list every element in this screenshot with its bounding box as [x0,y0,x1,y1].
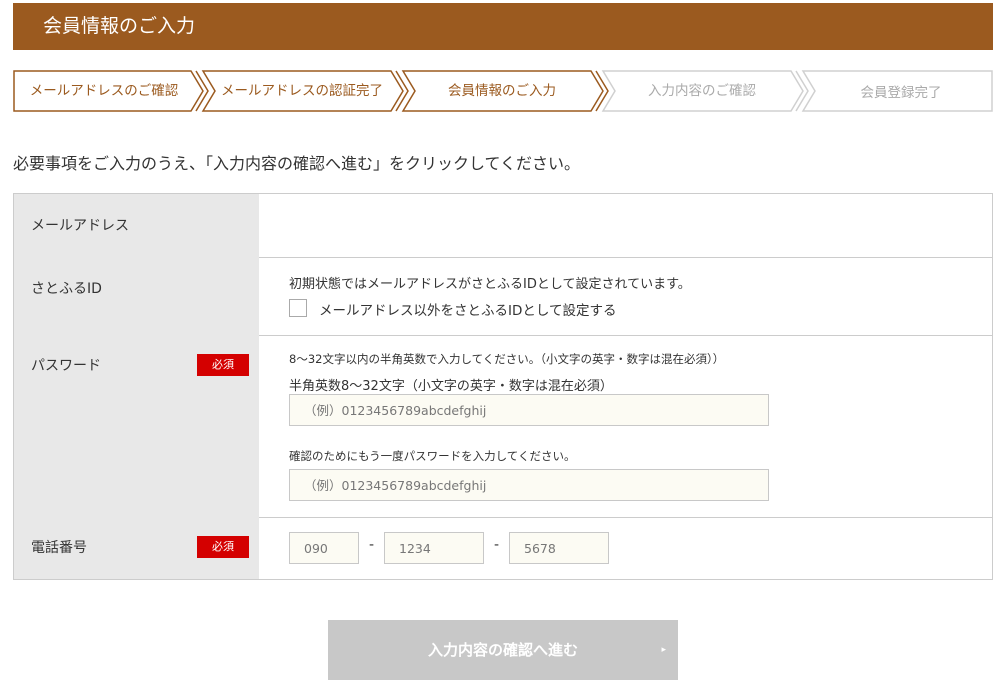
member-form: メールアドレス さとふるID 初期状態ではメールアドレスがさとふるIDとして設定… [13,193,993,580]
phone-label: 電話番号 [31,540,87,556]
step-3-member-info: 会員情報のご入力 [448,83,556,99]
step-1-email-confirm: メールアドレスのご確認 [29,83,179,99]
phone-area-input[interactable] [289,532,359,564]
satofuru-id-note: 初期状態ではメールアドレスがさとふるIDとして設定されています。 [289,277,691,292]
password-required-badge: 必須 [197,354,249,376]
intro-text: 必要事項をご入力のうえ、「入力内容の確認へ進む」をクリックしてください。 [13,154,581,173]
phone-required-badge: 必須 [197,536,249,558]
arrow-right-icon: ▸ [661,645,666,655]
progress-steps: メールアドレスのご確認 メールアドレスの認証完了 会員情報のご入力 入力内容のご… [13,70,993,112]
custom-id-checkbox-label[interactable]: メールアドレス以外をさとふるIDとして設定する [319,299,616,319]
page-title: 会員情報のご入力 [43,15,196,37]
satofuru-id-label: さとふるID [31,281,102,297]
proceed-button-label: 入力内容の確認へ進む [427,641,578,659]
step-2-email-verified: メールアドレスの認証完了 [221,83,383,99]
satofuru-id-label-cell: さとふるID [14,257,259,335]
phone-separator-1: - [369,537,375,553]
password-confirm-input[interactable] [289,469,769,501]
phone-label-cell: 電話番号 必須 [14,517,259,579]
proceed-to-confirm-button[interactable]: 入力内容の確認へ進む ▸ [328,620,678,680]
step-5-complete: 会員登録完了 [860,85,942,101]
phone-last-input[interactable] [509,532,609,564]
phone-middle-input[interactable] [384,532,484,564]
email-label: メールアドレス [31,218,129,234]
email-row: メールアドレス [14,194,992,258]
password-note: 8～32文字以内の半角英数で入力してください。（小文字の英字・数字は混在必須）） [289,352,725,366]
phone-separator-2: - [494,537,500,553]
email-label-cell: メールアドレス [14,194,259,257]
custom-id-checkbox[interactable] [289,299,307,317]
step-4-confirm-input: 入力内容のご確認 [648,83,756,99]
password-label-cell: パスワード 必須 [14,335,259,517]
password-input[interactable] [289,394,769,426]
password-confirm-note: 確認のためにもう一度パスワードを入力してください。 [289,449,576,463]
password-rule: 半角英数8～32文字（小文字の英字・数字は混在必須） [289,379,613,394]
password-row: パスワード 必須 8～32文字以内の半角英数で入力してください。（小文字の英字・… [14,335,992,518]
page-header: 会員情報のご入力 [13,3,993,50]
password-label: パスワード [31,358,101,374]
satofuru-id-row: さとふるID 初期状態ではメールアドレスがさとふるIDとして設定されています。 … [14,257,992,336]
phone-row: 電話番号 必須 - - [14,517,992,579]
